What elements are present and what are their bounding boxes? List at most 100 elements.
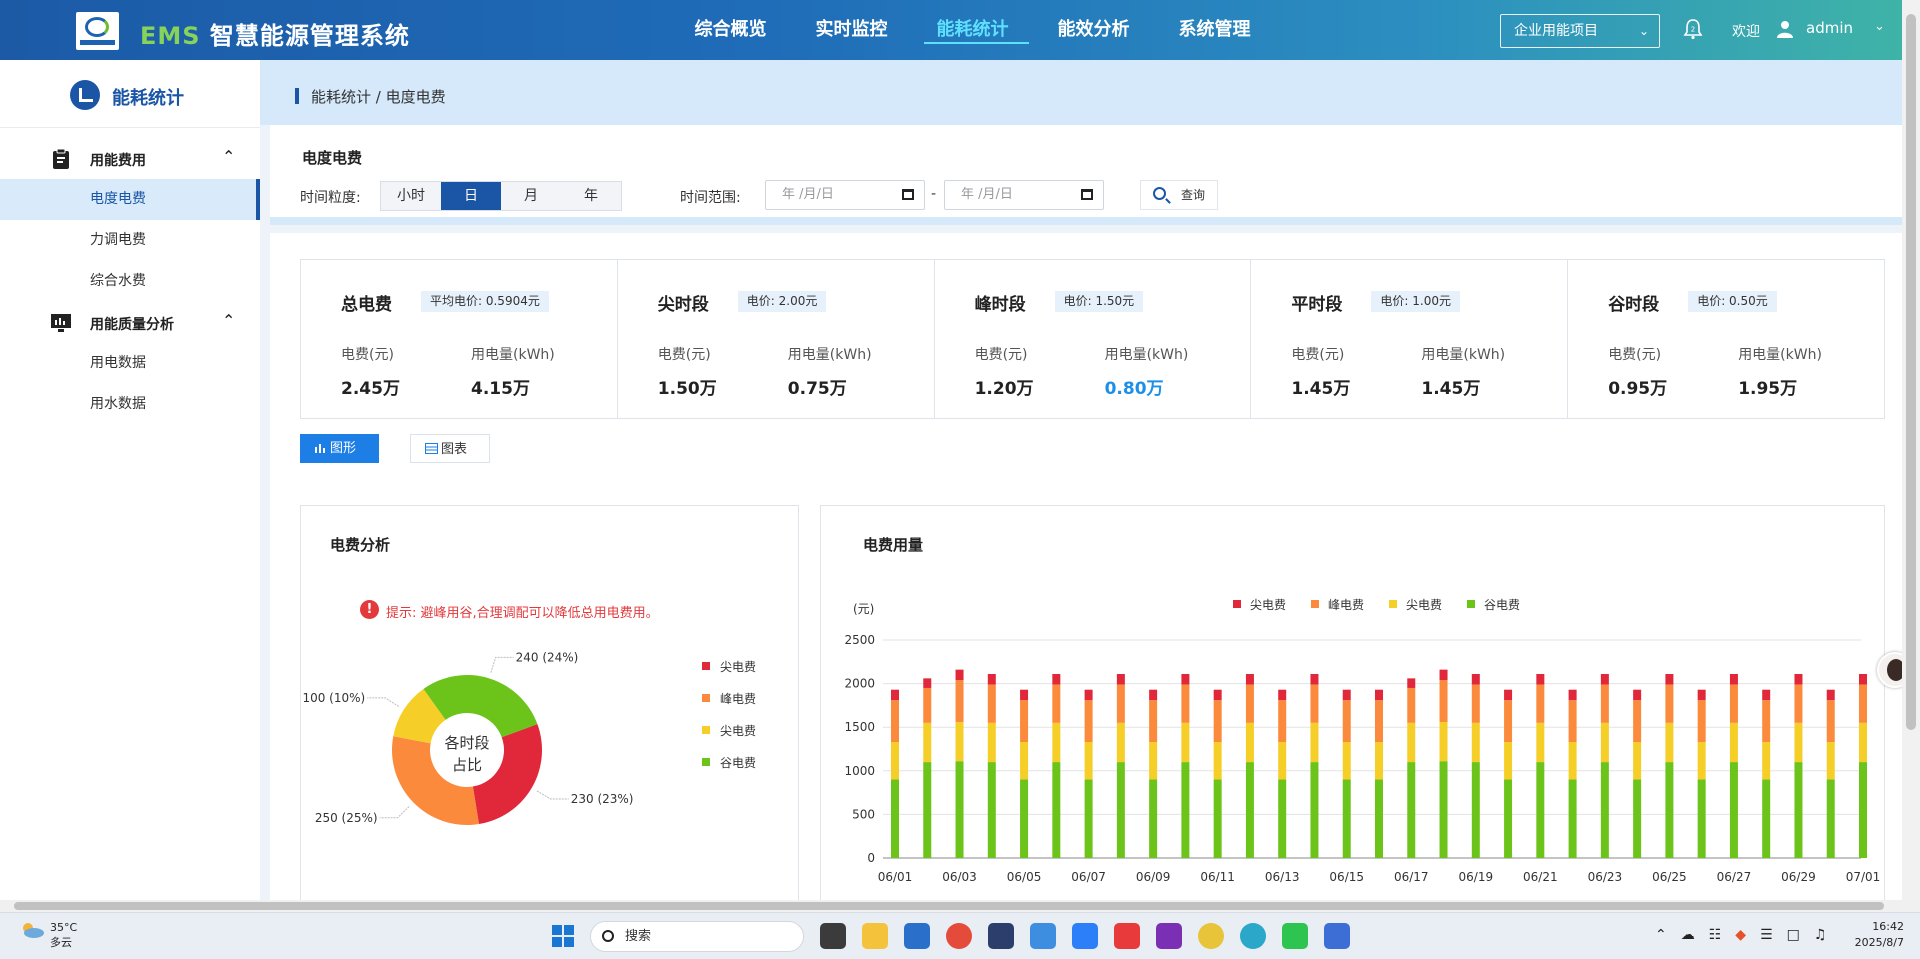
- bar-segment[interactable]: [1859, 762, 1867, 858]
- legend-label[interactable]: 尖电费: [1250, 598, 1286, 612]
- bar-segment[interactable]: [1342, 700, 1351, 743]
- app-icon[interactable]: [1030, 923, 1056, 949]
- bar-segment[interactable]: [955, 721, 964, 762]
- sidebar-item-water-fee[interactable]: 综合水费: [0, 261, 260, 302]
- bar-segment[interactable]: [923, 687, 932, 723]
- bar-segment[interactable]: [1149, 742, 1158, 780]
- bar-segment[interactable]: [1762, 689, 1771, 701]
- bar-segment[interactable]: [1633, 779, 1642, 858]
- wps-icon[interactable]: [1114, 923, 1140, 949]
- sidebar-item-electricity-fee[interactable]: 电度电费: [0, 179, 260, 220]
- bar-segment[interactable]: [1439, 721, 1448, 762]
- bar-segment[interactable]: [1213, 689, 1222, 701]
- bar-segment[interactable]: [1181, 674, 1190, 685]
- bar-segment[interactable]: [1471, 674, 1480, 685]
- bar-segment[interactable]: [1116, 684, 1125, 723]
- bar-segment[interactable]: [987, 674, 996, 685]
- bar-segment[interactable]: [1278, 742, 1287, 780]
- bar-segment[interactable]: [1504, 700, 1513, 743]
- legend-label[interactable]: 峰电费: [1328, 598, 1364, 612]
- bar-segment[interactable]: [1245, 674, 1254, 685]
- bar-segment[interactable]: [1859, 674, 1867, 685]
- bar-segment[interactable]: [1762, 779, 1771, 858]
- legend-label[interactable]: 谷电费: [720, 756, 756, 770]
- bar-segment[interactable]: [1116, 722, 1125, 763]
- legend-label[interactable]: 尖电费: [720, 724, 756, 738]
- bar-segment[interactable]: [1342, 742, 1351, 780]
- project-select[interactable]: 企业用能项目 ⌄: [1500, 14, 1660, 48]
- bar-segment[interactable]: [1471, 722, 1480, 763]
- granularity-year[interactable]: 年: [561, 182, 621, 210]
- vertical-scrollbar[interactable]: [1902, 0, 1920, 900]
- bar-segment[interactable]: [1504, 742, 1513, 780]
- bar-segment[interactable]: [1697, 700, 1706, 743]
- app-icon[interactable]: [1072, 923, 1098, 949]
- bar-segment[interactable]: [1697, 779, 1706, 858]
- bar-segment[interactable]: [1245, 762, 1254, 858]
- bar-segment[interactable]: [891, 689, 899, 701]
- bar-segment[interactable]: [1084, 700, 1093, 743]
- query-button[interactable]: 查询: [1140, 180, 1218, 210]
- bar-segment[interactable]: [1762, 700, 1771, 743]
- bar-segment[interactable]: [1826, 742, 1835, 780]
- bar-segment[interactable]: [1149, 779, 1158, 858]
- sidebar-group-energy-cost[interactable]: 用能费用 ⌃: [0, 138, 260, 179]
- bar-segment[interactable]: [1149, 700, 1158, 743]
- bar-segment[interactable]: [923, 762, 932, 858]
- sidebar-item-water-data[interactable]: 用水数据: [0, 384, 260, 425]
- bar-segment[interactable]: [1633, 700, 1642, 743]
- bar-segment[interactable]: [1407, 762, 1416, 858]
- bar-segment[interactable]: [1471, 684, 1480, 723]
- bar-segment[interactable]: [923, 678, 932, 688]
- bar-segment[interactable]: [1020, 779, 1029, 858]
- bar-segment[interactable]: [1439, 680, 1448, 722]
- bar-segment[interactable]: [1826, 700, 1835, 743]
- bar-segment[interactable]: [1375, 700, 1383, 743]
- bar-segment[interactable]: [1471, 762, 1480, 858]
- sidebar-item-power-data[interactable]: 用电数据: [0, 343, 260, 384]
- horizontal-scrollbar[interactable]: [0, 900, 1920, 912]
- network-icon[interactable]: □: [1787, 927, 1800, 943]
- calendar-icon[interactable]: [1081, 189, 1093, 200]
- nav-item[interactable]: 综合概览: [670, 0, 791, 60]
- granularity-hour[interactable]: 小时: [381, 182, 441, 210]
- bar-segment[interactable]: [1407, 687, 1416, 723]
- bar-segment[interactable]: [1794, 684, 1803, 723]
- bar-segment[interactable]: [1633, 742, 1642, 780]
- bar-segment[interactable]: [1729, 722, 1738, 763]
- bar-segment[interactable]: [1278, 779, 1287, 858]
- bar-segment[interactable]: [1149, 689, 1158, 701]
- bar-segment[interactable]: [1600, 722, 1609, 763]
- bar-segment[interactable]: [1600, 674, 1609, 685]
- pie-slice[interactable]: [423, 675, 538, 738]
- bar-segment[interactable]: [1213, 779, 1222, 858]
- bar-segment[interactable]: [1794, 674, 1803, 685]
- bar-segment[interactable]: [1213, 700, 1222, 743]
- bar-segment[interactable]: [1310, 684, 1319, 723]
- view-tab-table[interactable]: 图表: [410, 434, 490, 463]
- windows-start-icon[interactable]: [552, 925, 574, 947]
- bar-segment[interactable]: [1084, 689, 1093, 701]
- bar-segment[interactable]: [1245, 684, 1254, 723]
- bar-segment[interactable]: [1697, 689, 1706, 701]
- bar-segment[interactable]: [1504, 689, 1513, 701]
- bar-segment[interactable]: [1729, 762, 1738, 858]
- bar-segment[interactable]: [987, 684, 996, 723]
- bar-segment[interactable]: [1729, 684, 1738, 723]
- end-date-input[interactable]: 年 /月/日: [944, 180, 1104, 210]
- bar-segment[interactable]: [923, 722, 932, 763]
- nav-item[interactable]: 系统管理: [1154, 0, 1275, 60]
- bar-segment[interactable]: [1020, 742, 1029, 780]
- bell-icon[interactable]: 2: [1683, 18, 1703, 40]
- bar-segment[interactable]: [1504, 779, 1513, 858]
- bar-segment[interactable]: [1052, 674, 1061, 685]
- bar-segment[interactable]: [1116, 674, 1125, 685]
- bar-segment[interactable]: [1213, 742, 1222, 780]
- bar-segment[interactable]: [1052, 722, 1061, 763]
- bar-segment[interactable]: [1310, 722, 1319, 763]
- bar-segment[interactable]: [955, 761, 964, 858]
- bar-segment[interactable]: [891, 779, 899, 858]
- legend-label[interactable]: 谷电费: [1484, 598, 1520, 612]
- bar-segment[interactable]: [987, 722, 996, 763]
- chrome-icon[interactable]: [946, 923, 972, 949]
